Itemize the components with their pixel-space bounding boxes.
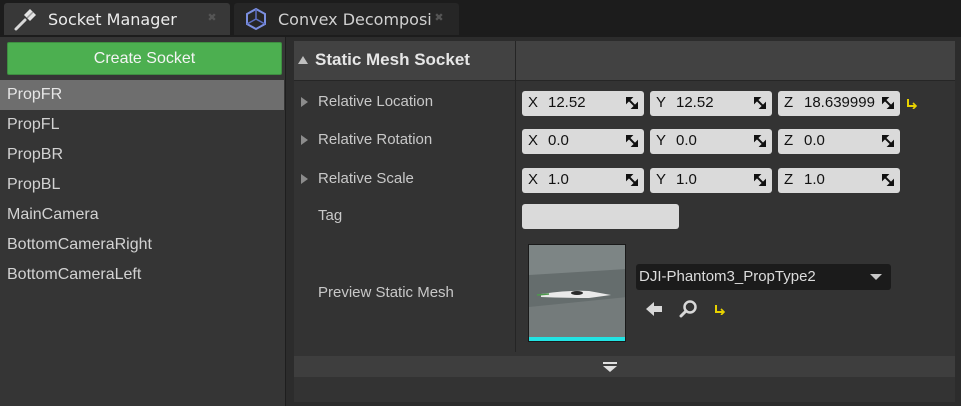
axis-label: Z	[784, 94, 794, 111]
thumbnail-color-bar	[529, 337, 625, 341]
tab-convex-decomposition[interactable]: Convex Decomposi ✖	[234, 3, 459, 35]
close-icon[interactable]: ✖	[206, 12, 218, 24]
scale-y-field[interactable]: Y 1.0	[650, 168, 772, 193]
axis-label: X	[528, 94, 539, 111]
drag-spin-icon[interactable]	[882, 174, 894, 186]
preview-static-mesh-label: Preview Static Mesh	[318, 284, 454, 301]
scale-z-value: 1.0	[804, 171, 825, 188]
category-title: Static Mesh Socket	[315, 50, 470, 69]
advanced-expander[interactable]	[294, 356, 955, 377]
browse-asset-icon[interactable]	[679, 299, 699, 319]
axis-label: Y	[656, 132, 667, 149]
socket-item-maincamera[interactable]: MainCamera	[0, 200, 284, 230]
axis-label: Y	[656, 94, 667, 111]
tab-label: Convex Decomposi	[278, 9, 432, 29]
tab-bar: Socket Manager ✖ Convex Decomposi ✖	[0, 0, 961, 37]
reset-to-default-icon[interactable]	[906, 97, 918, 109]
mesh-thumbnail[interactable]	[528, 244, 626, 342]
scale-y-value: 1.0	[676, 171, 697, 188]
rotation-y-field[interactable]: Y 0.0	[650, 129, 772, 154]
axis-label: Y	[656, 171, 667, 188]
collapse-arrow-icon[interactable]	[298, 56, 308, 64]
drag-spin-icon[interactable]	[882, 97, 894, 109]
location-y-value: 12.52	[676, 94, 714, 111]
rotation-y-value: 0.0	[676, 132, 697, 149]
socket-item-propfr[interactable]: PropFR	[0, 80, 284, 110]
drag-spin-icon[interactable]	[626, 135, 638, 147]
mesh-thumbnail-image	[529, 245, 625, 341]
details-panel: Static Mesh Socket Relative Location X 1…	[294, 41, 955, 402]
close-icon[interactable]: ✖	[433, 12, 445, 24]
use-selected-asset-icon[interactable]	[644, 299, 664, 319]
expand-arrow-icon[interactable]	[301, 174, 308, 184]
socket-manager-icon	[12, 5, 40, 33]
rotation-x-field[interactable]: X 0.0	[522, 129, 644, 154]
axis-label: X	[528, 132, 539, 149]
location-x-value: 12.52	[548, 94, 586, 111]
relative-rotation-row: Relative Rotation X 0.0 Y 0.0 Z 0.0	[294, 127, 955, 155]
expand-arrow-icon[interactable]	[301, 97, 308, 107]
socket-item-propfl[interactable]: PropFL	[0, 110, 284, 140]
tab-socket-manager[interactable]: Socket Manager ✖	[4, 3, 230, 35]
rotation-z-field[interactable]: Z 0.0	[778, 129, 900, 154]
drag-spin-icon[interactable]	[754, 97, 766, 109]
socket-item-bottomcameraleft[interactable]: BottomCameraLeft	[0, 260, 284, 290]
axis-label: Z	[784, 171, 794, 188]
create-socket-button[interactable]: Create Socket	[7, 42, 282, 75]
reset-to-default-icon[interactable]	[714, 303, 726, 315]
tag-input[interactable]	[522, 204, 679, 229]
property-label: Relative Scale	[318, 170, 414, 187]
socket-item-bottomcameraright[interactable]: BottomCameraRight	[0, 230, 284, 260]
location-x-field[interactable]: X 12.52	[522, 91, 644, 116]
relative-scale-row: Relative Scale X 1.0 Y 1.0 Z 1.0	[294, 166, 955, 194]
column-divider[interactable]	[515, 41, 516, 352]
socket-item-propbr[interactable]: PropBR	[0, 140, 284, 170]
scale-x-field[interactable]: X 1.0	[522, 168, 644, 193]
location-z-field[interactable]: Z 18.639999	[778, 91, 900, 116]
location-y-field[interactable]: Y 12.52	[650, 91, 772, 116]
scale-x-value: 1.0	[548, 171, 569, 188]
selected-mesh-name: DJI-Phantom3_PropType2	[639, 268, 816, 285]
convex-decomposition-icon	[242, 5, 270, 33]
scale-z-field[interactable]: Z 1.0	[778, 168, 900, 193]
property-label: Relative Rotation	[318, 131, 433, 148]
property-label: Relative Location	[318, 93, 434, 110]
relative-location-row: Relative Location X 12.52 Y 12.52 Z 18.6…	[294, 89, 955, 117]
location-z-value: 18.639999	[804, 94, 875, 111]
socket-list: PropFR PropFL PropBR PropBL MainCamera B…	[0, 80, 284, 290]
socket-manager-panel: Create Socket PropFR PropFL PropBR PropB…	[0, 37, 961, 406]
static-mesh-combo[interactable]: DJI-Phantom3_PropType2	[636, 264, 891, 290]
rotation-z-value: 0.0	[804, 132, 825, 149]
drag-spin-icon[interactable]	[882, 135, 894, 147]
drag-spin-icon[interactable]	[626, 174, 638, 186]
socket-list-panel: Create Socket PropFR PropFL PropBR PropB…	[0, 37, 286, 406]
dropdown-arrow-icon	[870, 274, 882, 280]
axis-label: X	[528, 171, 539, 188]
drag-spin-icon[interactable]	[626, 97, 638, 109]
rotation-x-value: 0.0	[548, 132, 569, 149]
drag-spin-icon[interactable]	[754, 135, 766, 147]
drag-spin-icon[interactable]	[754, 174, 766, 186]
tab-label: Socket Manager	[48, 9, 177, 29]
axis-label: Z	[784, 132, 794, 149]
category-header[interactable]: Static Mesh Socket	[294, 41, 955, 81]
socket-item-propbl[interactable]: PropBL	[0, 170, 284, 200]
expand-arrow-icon[interactable]	[301, 135, 308, 145]
expand-advanced-icon[interactable]	[602, 362, 618, 372]
tag-label: Tag	[318, 207, 343, 224]
